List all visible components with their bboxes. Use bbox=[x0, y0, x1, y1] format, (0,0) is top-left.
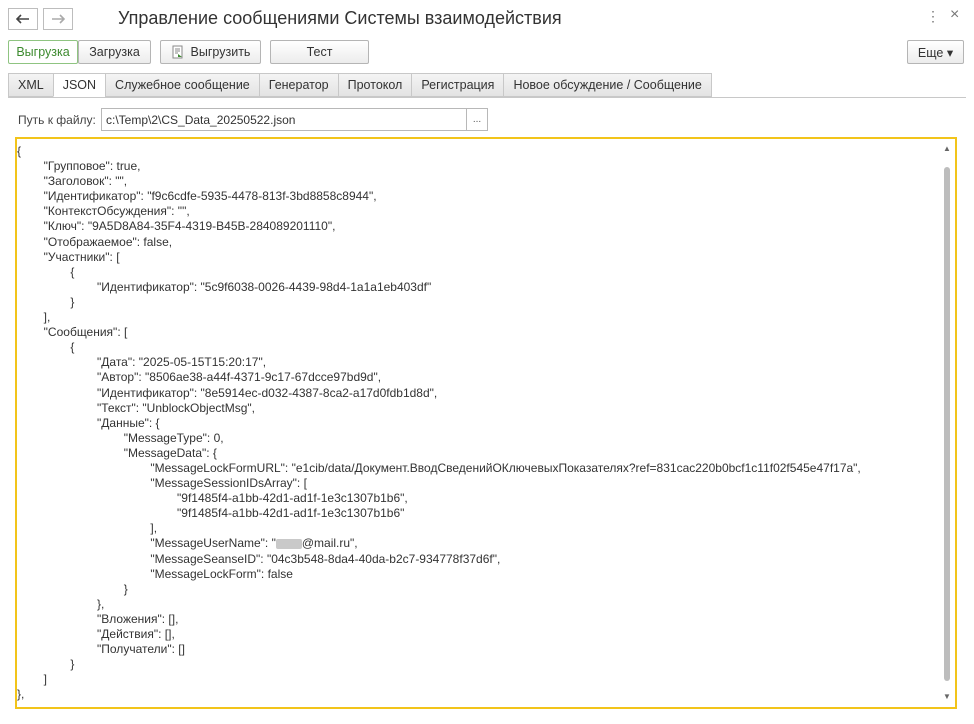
vertical-scrollbar[interactable]: ▲ ▼ bbox=[941, 143, 953, 703]
test-button[interactable]: Тест bbox=[270, 40, 369, 64]
code-line: "Идентификатор": "f9c6cdfe-5935-4478-813… bbox=[17, 189, 377, 204]
tab-bar: XML JSON Служебное сообщение Генератор П… bbox=[8, 73, 712, 97]
more-button[interactable]: Еще ▾ bbox=[907, 40, 964, 64]
username-key: "MessageUserName": " bbox=[17, 536, 276, 551]
forward-button[interactable] bbox=[43, 8, 73, 30]
redacted-text bbox=[275, 539, 302, 550]
code-line: "9f1485f4-a1bb-42d1-ad1f-1e3c1307b1b6" bbox=[17, 506, 405, 521]
scroll-thumb[interactable] bbox=[944, 167, 950, 681]
mode-export-button[interactable]: Выгрузка bbox=[8, 40, 78, 64]
code-line: "КонтекстОбсуждения": "", bbox=[17, 204, 190, 219]
tab-new-discussion[interactable]: Новое обсуждение / Сообщение bbox=[503, 73, 712, 97]
code-line: }, bbox=[17, 596, 105, 611]
code-line: "Отображаемое": false, bbox=[17, 234, 173, 249]
json-editor[interactable]: { "Групповое": true, "Заголовок": "", "И… bbox=[15, 137, 957, 709]
more-options-icon[interactable]: ⋮ bbox=[926, 8, 940, 25]
window-title: Управление сообщениями Системы взаимодей… bbox=[118, 8, 562, 28]
code-line: { bbox=[17, 144, 22, 158]
code-line: "Участники": [ bbox=[17, 249, 120, 264]
file-path-label: Путь к файлу: bbox=[18, 113, 96, 127]
code-line: ], bbox=[17, 310, 51, 325]
code-line: "Групповое": true, bbox=[17, 159, 141, 174]
code-line: "MessageType": 0, bbox=[17, 430, 224, 445]
code-line: "Идентификатор": "5c9f6038-0026-4439-98d… bbox=[17, 279, 432, 294]
mode-import-button[interactable]: Загрузка bbox=[78, 40, 151, 64]
code-line: "Получатели": [] bbox=[17, 642, 185, 657]
tab-protocol[interactable]: Протокол bbox=[337, 73, 412, 97]
code-line: "MessageData": { bbox=[17, 445, 217, 460]
code-line: "Сообщения": [ bbox=[17, 325, 128, 340]
code-line: "Вложения": [], bbox=[17, 611, 179, 626]
tab-generator[interactable]: Генератор bbox=[258, 73, 338, 97]
json-text: { "Групповое": true, "Заголовок": "", "И… bbox=[17, 144, 861, 702]
code-line-username: "MessageUserName": " @mail.ru", bbox=[17, 536, 861, 551]
code-line: } bbox=[17, 581, 128, 596]
export-button-label: Выгрузить bbox=[190, 45, 251, 59]
file-path-input[interactable]: c:\Temp\2\CS_Data_20250522.json bbox=[101, 108, 467, 131]
code-line: "Ключ": "9A5D8A84-35F4-4319-B45B-2840892… bbox=[17, 219, 336, 234]
close-icon[interactable]: × bbox=[950, 6, 959, 24]
file-choose-button[interactable]: ... bbox=[467, 108, 488, 131]
code-line: "MessageSessionIDsArray": [ bbox=[17, 476, 307, 491]
code-line: { bbox=[17, 340, 75, 355]
tab-json[interactable]: JSON bbox=[52, 73, 106, 97]
code-line: } bbox=[17, 294, 75, 309]
code-line: "MessageSeanseID": "04c3b548-8da4-40da-b… bbox=[17, 551, 501, 566]
tab-xml[interactable]: XML bbox=[8, 73, 53, 97]
arrow-left-icon bbox=[16, 14, 29, 24]
code-line: "Текст": "UnblockObjectMsg", bbox=[17, 400, 255, 415]
back-button[interactable] bbox=[8, 8, 38, 30]
code-line: } bbox=[17, 657, 75, 672]
code-line: "MessageLockFormURL": "e1cib/data/Докуме… bbox=[17, 460, 861, 475]
export-file-icon bbox=[172, 45, 183, 59]
tab-registration[interactable]: Регистрация bbox=[411, 73, 504, 97]
code-line: "Данные": { bbox=[17, 415, 160, 430]
code-line: ] bbox=[17, 672, 48, 687]
code-line: "Действия": [], bbox=[17, 627, 175, 641]
export-button[interactable]: Выгрузить bbox=[160, 40, 261, 64]
tab-divider bbox=[8, 97, 966, 98]
username-suffix: @mail.ru", bbox=[301, 536, 358, 551]
scroll-down-icon[interactable]: ▼ bbox=[941, 691, 953, 703]
code-line: "Заголовок": "", bbox=[17, 174, 128, 189]
code-line: ], bbox=[17, 521, 158, 536]
code-line: { bbox=[17, 264, 75, 279]
tab-service-message[interactable]: Служебное сообщение bbox=[105, 73, 259, 97]
code-line: "Идентификатор": "8e5914ec-d032-4387-8ca… bbox=[17, 385, 438, 400]
code-line: "MessageLockForm": false bbox=[17, 566, 293, 581]
code-line: "Дата": "2025-05-15T15:20:17", bbox=[17, 355, 267, 370]
arrow-right-icon bbox=[52, 14, 65, 24]
code-line: }, bbox=[17, 687, 25, 702]
scroll-up-icon[interactable]: ▲ bbox=[941, 143, 953, 155]
code-line: "Автор": "8506ae38-a44f-4371-9c17-67dcce… bbox=[17, 370, 382, 385]
code-line: "9f1485f4-a1bb-42d1-ad1f-1e3c1307b1b6", bbox=[17, 491, 408, 506]
